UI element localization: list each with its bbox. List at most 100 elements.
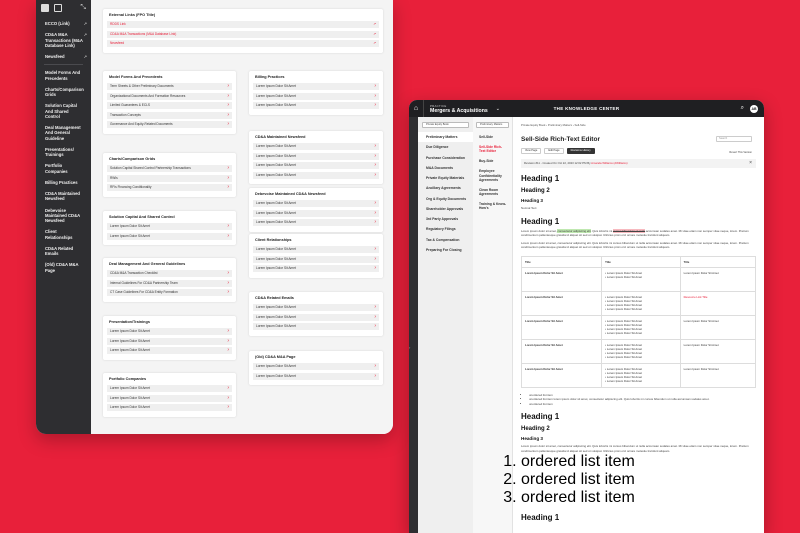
home-icon[interactable]: ⌂ (409, 100, 423, 117)
subnav-item-sell-side[interactable]: Sell-Side (473, 132, 512, 142)
link-row[interactable]: CD&A M&A Transactions (M&A Database Link… (107, 30, 379, 38)
link-row[interactable]: Organizational Documents And Formation R… (107, 92, 232, 100)
subnav-item-training-know-how-s[interactable]: Training & Know-How's (473, 199, 512, 213)
link-row[interactable]: Lorem Ipsum Dolor Sit Amet (253, 209, 379, 217)
nav-item-due-diligence[interactable]: Due Diligence (418, 142, 473, 152)
sidebar-item-label: Presentations/ Trainings (45, 146, 74, 157)
card-title: External Links (FPO Title) (109, 13, 156, 17)
sidebar-item-billing-practices[interactable]: Billing Practices (36, 177, 91, 188)
link-row[interactable]: Term Sheets & Other Preliminary Document… (107, 83, 232, 90)
search-icon[interactable]: ⌕ (741, 105, 744, 112)
link-row[interactable]: Lorem Ipsum Dolor Sit Amet (253, 255, 379, 263)
link-row[interactable]: Lorem Ipsum Dolor Sit Amet (253, 162, 379, 169)
link-row[interactable]: CT Case Guidelines For CD&A Entity Forma… (107, 289, 232, 296)
sidebar-item-presentations-trainings[interactable]: Presentations/ Trainings (36, 144, 91, 161)
avatar[interactable]: AB (750, 104, 758, 113)
sidebar-item-charts-comparison-grids[interactable]: Charts/Comparison Grids (36, 84, 91, 101)
nav-item-private-equity-materials[interactable]: Private Equity Materials (418, 173, 473, 183)
list-view-icon[interactable] (54, 4, 62, 12)
link-row[interactable]: Lorem Ipsum Dolor Sit Amet (253, 92, 379, 100)
expand-icon[interactable]: › (409, 345, 410, 350)
sidebar-item-deal-management-and-general-guideline[interactable]: Deal Management And General Guideline (36, 122, 91, 144)
nav-item-tax-compensation[interactable]: Tax & Compensation (418, 235, 473, 245)
link-row[interactable]: Lorem Ipsum Dolor Sit Amet (253, 363, 379, 370)
link-row[interactable]: RWIs (107, 174, 232, 182)
link-row[interactable]: Lorem Ipsum Dolor Sit Amet (107, 337, 232, 345)
collapse-icon[interactable]: ⤡ (80, 4, 86, 12)
link-row[interactable]: Lorem Ipsum Dolor Sit Amet (107, 328, 232, 335)
link-row[interactable]: Lorem Ipsum Dolor Sit Amet (253, 152, 379, 160)
sidebar-item-model-forms-and-precedents[interactable]: Model Forms And Precedents (36, 67, 91, 84)
table-cell: Lorem Ipsum Dolor Sit Amet (520, 314, 603, 340)
nav-item-purchase-consideration[interactable]: Purchase Consideration (418, 153, 473, 163)
link-row[interactable]: Lorem Ipsum Dolor Sit Amet (253, 246, 379, 253)
link-row[interactable]: RFIs Financing Conditionality (107, 184, 232, 191)
link-row[interactable]: Lorem Ipsum Dolor Sit Amet (107, 394, 232, 402)
nav-item-3rd-party-approvals[interactable]: 3rd Party Approvals (418, 214, 473, 224)
tab-view-page[interactable]: View Page (521, 148, 542, 154)
search-input[interactable]: Search (716, 136, 752, 142)
subnav-item-employee-confidentiality-agreements[interactable]: Employee Confidentiality Agreements (473, 166, 512, 184)
link-row[interactable]: Lorem Ipsum Dolor Sit Amet (253, 143, 379, 150)
table-row: Lorem Ipsum Dolor Sit AmetLorem Ipsum Do… (520, 338, 757, 364)
subnav-item-sell-side-rich-text-editor[interactable]: Sell-Side Rich-Text Editor (473, 142, 512, 156)
sidebar-item-cd-a-related-emails[interactable]: CD&A Related Emails (36, 243, 91, 260)
link-row[interactable]: Lorem Ipsum Dolor Sit Amet (107, 404, 232, 411)
link-row[interactable]: Newsfeed (107, 40, 379, 47)
link-row[interactable]: Lorem Ipsum Dolor Sit Amet (253, 200, 379, 207)
chevron-down-icon[interactable]: ⌄ (496, 106, 500, 112)
tab-edit-page[interactable]: Edit Page (544, 148, 564, 154)
book-selector[interactable]: Private Equity Book (422, 122, 469, 128)
link-row[interactable]: Lorem Ipsum Dolor Sit Amet (107, 223, 232, 230)
close-icon[interactable]: × (749, 159, 752, 168)
revert-version-button[interactable]: Revert This Version (729, 151, 752, 154)
nav-item-org-equity-documents[interactable]: Org & Equity Documents (418, 194, 473, 204)
nav-item-regulatory-filings[interactable]: Regulatory Filings (418, 224, 473, 234)
subsection-selector[interactable]: Preliminary Matters (476, 122, 509, 128)
link-row[interactable]: RDDS Link (107, 21, 379, 28)
subnav-item-clean-room-agreements[interactable]: Clean Room Agreements (473, 185, 512, 199)
link-row[interactable]: Lorem Ipsum Dolor Sit Amet (253, 323, 379, 330)
card-title: Solution Capital And Shared Control (109, 215, 175, 219)
link-row[interactable]: Governance And Equity-Related Documents (107, 121, 232, 128)
nav-item-preparing-for-closing[interactable]: Preparing For Closing (418, 245, 473, 255)
subnav-item-buy-side[interactable]: Buy-Side (473, 156, 512, 166)
link-row[interactable]: Solution Capital Shared Control Partners… (107, 165, 232, 172)
resource-link[interactable]: Resource Link Title (684, 295, 708, 299)
nav-item-shareholder-approvals[interactable]: Shareholder Approvals (418, 204, 473, 214)
link-row[interactable]: Lorem Ipsum Dolor Sit Amet (253, 265, 379, 272)
sidebar-item-portfolio-companies[interactable]: Portfolio Companies (36, 160, 91, 177)
sidebar-item-cd-a-m-a-transactions-m-a-database-link[interactable]: CD&A M&A Transactions (M&A Database Link… (36, 29, 91, 51)
sidebar-item-cd-a-maintained-newsfeed[interactable]: CD&A Maintained Newsfeed (36, 188, 91, 205)
link-row[interactable]: Lorem Ipsum Dolor Sit Amet (253, 313, 379, 321)
link-row[interactable]: Lorem Ipsum Dolor Sit Amet (253, 304, 379, 311)
link-row[interactable]: Lorem Ipsum Dolor Sit Amet (107, 385, 232, 392)
breadcrumb[interactable]: Private Equity Book › Preliminary Matter… (521, 123, 756, 127)
nav-item-ancillary-agreements[interactable]: Ancillary Agreements (418, 183, 473, 193)
sidebar-item-newsfeed[interactable]: Newsfeed ↗ (36, 51, 91, 62)
practice-selector[interactable]: PRACTICE Mergers & Acquisitions (423, 100, 494, 117)
sidebar-item-ecco-link[interactable]: ECCO (Link) ↗ (36, 18, 91, 29)
link-row[interactable]: Lorem Ipsum Dolor Sit Amet (107, 347, 232, 354)
link-row[interactable]: Lorem Ipsum Dolor Sit Amet (107, 232, 232, 240)
grid-view-icon[interactable] (41, 4, 49, 12)
link-row[interactable]: Lorem Ipsum Dolor Sit Amet (253, 102, 379, 109)
link-row[interactable]: Lorem Ipsum Dolor Sit Amet (253, 171, 379, 179)
tab-revisions-history[interactable]: Revisions History (566, 148, 595, 154)
nav-item-m-a-documents[interactable]: M&A Documents (418, 163, 473, 173)
sidebar-item-client-relationships[interactable]: Client Relationships (36, 226, 91, 243)
sidebar-item-solution-capital-and-shared-control[interactable]: Solution Capital And Shared Control (36, 100, 91, 122)
sidebar-item-debevoise-maintained-cd-a-newsfeed[interactable]: Debevoise Maintained CD&A Newsfeed (36, 205, 91, 227)
link-row[interactable]: Lorem Ipsum Dolor Sit Amet (253, 219, 379, 226)
sidebar-item-old-cd-a-m-a-page[interactable]: (Old) CD&A M&A Page (36, 259, 91, 276)
card-billing-practices: Billing Practices Lorem Ipsum Dolor Sit A… (249, 71, 383, 115)
link-row[interactable]: Limited Guarantees & ECLS (107, 102, 232, 109)
link-row[interactable]: Lorem Ipsum Dolor Sit Amet (253, 372, 379, 380)
nav-item-preliminary-matters[interactable]: Preliminary Matters (418, 132, 473, 143)
link-row[interactable]: Transaction Concepts (107, 111, 232, 119)
link-row[interactable]: Internal Guidelines For CD&A Partnership… (107, 279, 232, 287)
card-title: Client Relationships (255, 238, 292, 242)
revision-author[interactable]: Amanda Williams (AWilliams) (591, 161, 627, 165)
link-row[interactable]: CD&A M&A Transaction Checklist (107, 270, 232, 277)
link-row[interactable]: Lorem Ipsum Dolor Sit Amet (253, 83, 379, 90)
